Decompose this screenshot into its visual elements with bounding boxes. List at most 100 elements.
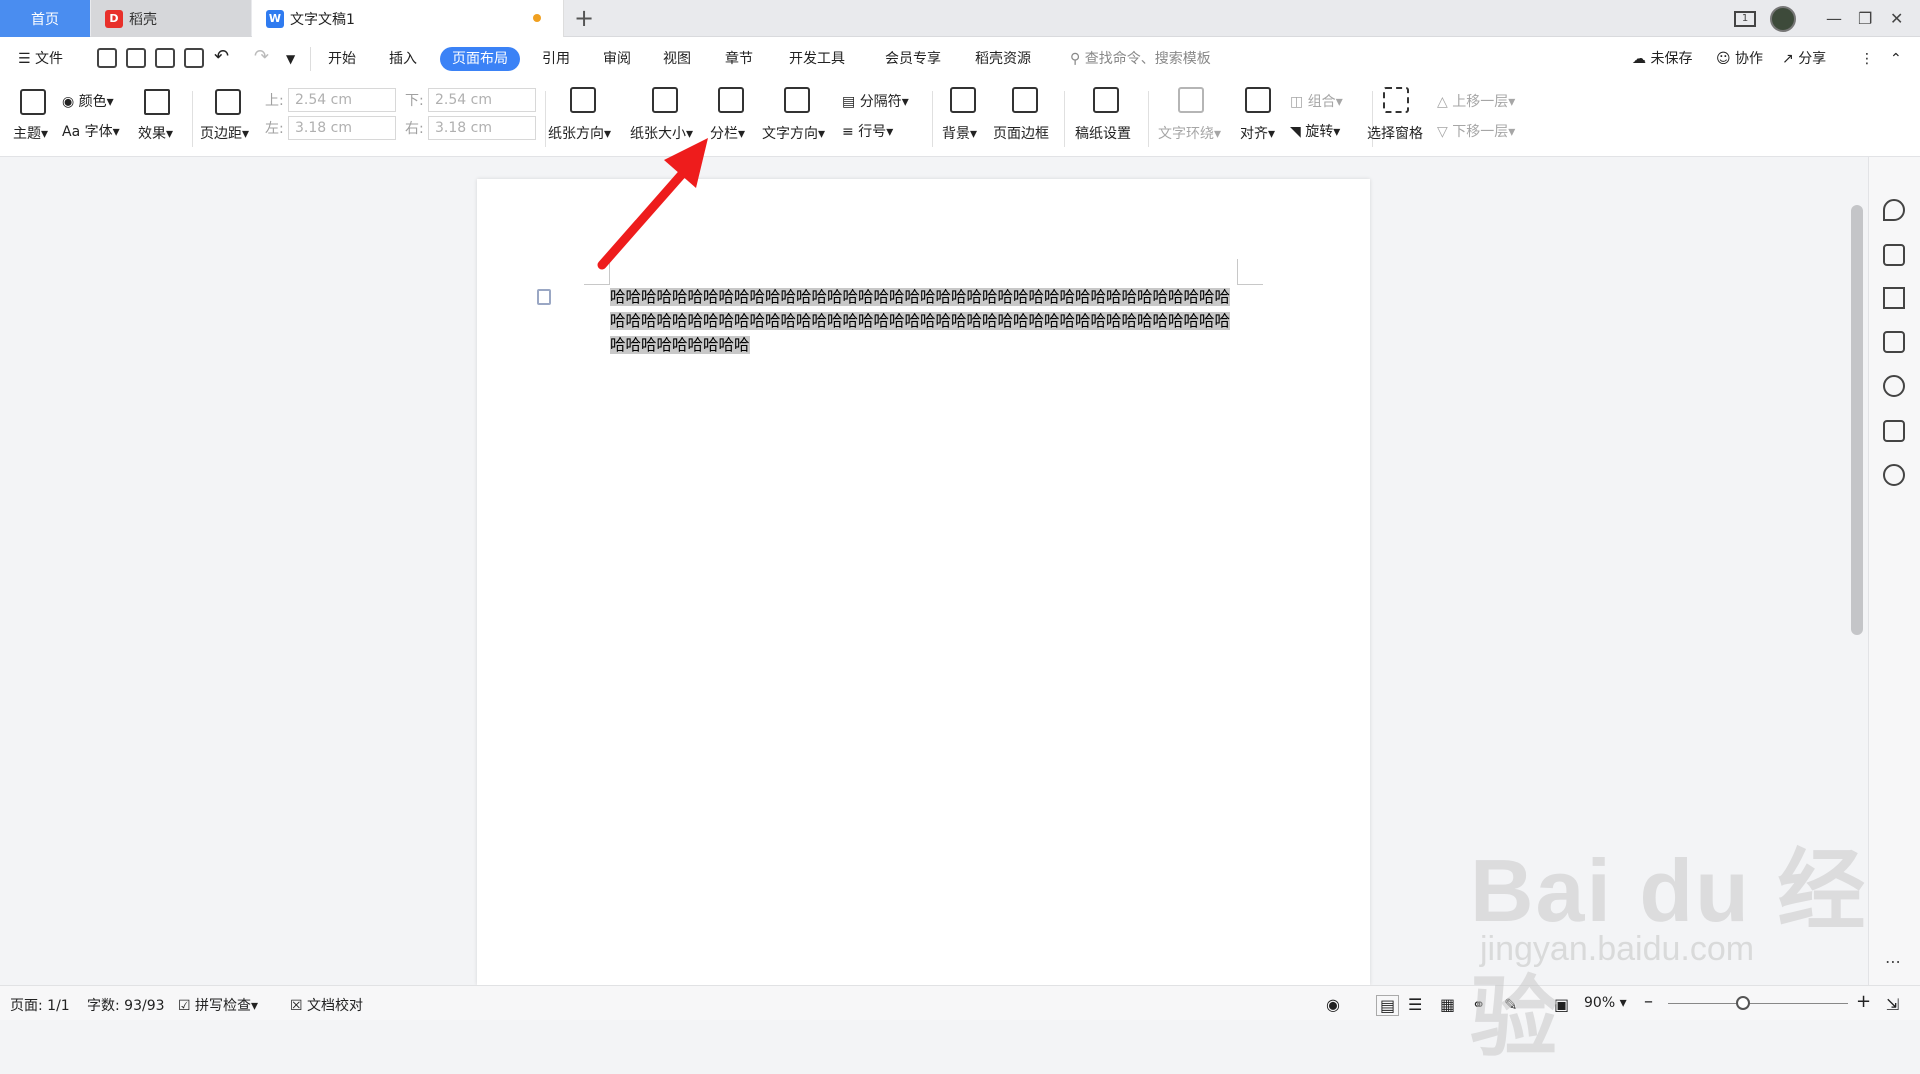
page-indicator[interactable]: 页面: 1/1 (10, 995, 70, 1015)
separator-button[interactable]: ▤ 分隔符▾ (842, 91, 909, 111)
document-text[interactable]: 哈哈哈哈哈哈哈哈哈哈哈哈哈哈哈哈哈哈哈哈哈哈哈哈哈哈哈哈哈哈哈哈哈哈哈哈哈哈哈哈… (610, 285, 1236, 357)
close-icon[interactable]: ✕ (1890, 0, 1903, 37)
lightning-icon[interactable] (1883, 464, 1905, 486)
left-margin-input[interactable]: 3.18 cm (288, 116, 396, 140)
eye-protect-icon[interactable]: ◉ (1326, 995, 1340, 1014)
font-button[interactable]: Aa 字体▾ (62, 121, 120, 141)
writer-icon: W (266, 9, 284, 28)
avatar[interactable] (1770, 0, 1796, 37)
export-pdf-icon[interactable] (126, 48, 146, 68)
collab-label: 协作 (1735, 51, 1764, 67)
margin-button[interactable]: 页边距▾ (200, 123, 249, 143)
selection-pane-icon[interactable] (1383, 87, 1409, 113)
scrollbar-thumb[interactable] (1851, 205, 1863, 635)
tab-document-label: 文字文稿1 (290, 11, 355, 28)
tab-insert[interactable]: 插入 (389, 47, 417, 71)
help-icon[interactable] (1883, 375, 1905, 397)
tab-member[interactable]: 会员专享 (885, 47, 941, 71)
ribbon-separator (192, 91, 193, 147)
tab-daoke[interactable]: D 稻壳 (91, 0, 251, 37)
align-icon[interactable] (1245, 87, 1271, 113)
paragraph-layout-icon[interactable] (537, 289, 551, 305)
backup-icon[interactable] (1883, 420, 1905, 442)
tab-daoke-label: 稻壳 (129, 11, 157, 28)
tab-document[interactable]: W 文字文稿1 (252, 0, 564, 37)
ribbon-separator (932, 91, 933, 147)
align-button[interactable]: 对齐▾ (1240, 123, 1275, 143)
file-menu[interactable]: ☰ 文件 (18, 47, 63, 71)
tab-start[interactable]: 开始 (328, 47, 356, 71)
share-button[interactable]: ↗ 分享 (1782, 47, 1826, 71)
quick-access-dropdown-icon[interactable]: ▼ (286, 47, 295, 71)
orientation-button[interactable]: 纸张方向▾ (548, 123, 611, 143)
print-icon[interactable] (155, 48, 175, 68)
right-margin-input[interactable]: 3.18 cm (428, 116, 536, 140)
orientation-icon[interactable] (570, 87, 596, 113)
text-direction-icon[interactable] (784, 87, 810, 113)
share-label: 分享 (1798, 51, 1827, 67)
color-button[interactable]: ◉ 颜色▾ (62, 91, 114, 111)
cursor-icon[interactable] (1883, 287, 1905, 309)
rocket-icon[interactable] (1883, 199, 1905, 221)
spell-check-button[interactable]: ☑ 拼写检查▾ (178, 995, 258, 1015)
theme-button[interactable]: 主题▾ (13, 123, 48, 143)
file-menu-label: 文件 (35, 51, 64, 67)
font-label: 字体 (84, 124, 113, 140)
command-search-placeholder: 查找命令、搜索模板 (1084, 51, 1211, 67)
columns-button[interactable]: 分栏▾ (710, 123, 745, 143)
unsaved-button[interactable]: ☁ 未保存 (1632, 47, 1692, 71)
settings-sliders-icon[interactable] (1883, 331, 1905, 353)
restore-icon[interactable]: ❐ (1858, 0, 1872, 37)
manuscript-icon[interactable] (1093, 87, 1119, 113)
bottom-margin-input[interactable]: 2.54 cm (428, 88, 536, 112)
theme-label: 主题 (13, 126, 41, 142)
group-button: ◫ 组合▾ (1290, 94, 1343, 110)
tab-dev-tools[interactable]: 开发工具 (789, 47, 845, 71)
tab-home[interactable]: 首页 (0, 0, 90, 37)
collapse-ribbon-icon[interactable]: ⌃ (1890, 47, 1902, 71)
background-button[interactable]: 背景▾ (942, 123, 977, 143)
reading-view-icon[interactable]: ▦ (1440, 995, 1455, 1014)
tab-review[interactable]: 审阅 (603, 47, 631, 71)
theme-icon[interactable] (20, 89, 46, 115)
paper-size-icon[interactable] (652, 87, 678, 113)
rotate-button[interactable]: ◥ 旋转▾ (1290, 121, 1340, 141)
page-count-icon[interactable]: 1 (1734, 0, 1756, 37)
tab-view[interactable]: 视图 (663, 47, 691, 71)
tab-references[interactable]: 引用 (542, 47, 570, 71)
tab-daoke-resources[interactable]: 稻壳资源 (975, 47, 1031, 71)
print-preview-icon[interactable] (184, 48, 204, 68)
tab-page-layout[interactable]: 页面布局 (440, 47, 520, 71)
proofread-button[interactable]: ☒ 文档校对 (290, 995, 363, 1015)
page-border-icon[interactable] (1012, 87, 1038, 113)
separator-label: 分隔符 (859, 94, 902, 110)
columns-icon[interactable] (718, 87, 744, 113)
margin-icon[interactable] (215, 89, 241, 115)
outline-view-icon[interactable]: ☰ (1408, 995, 1422, 1014)
manuscript-button[interactable]: 稿纸设置 (1075, 123, 1131, 143)
margin-label: 页边距 (200, 126, 242, 142)
redo-icon[interactable]: ↷ (254, 45, 269, 69)
effect-icon[interactable] (144, 89, 170, 115)
pen-icon[interactable] (1883, 244, 1905, 266)
undo-icon[interactable]: ↶ (214, 45, 229, 69)
minimize-icon[interactable]: — (1826, 0, 1842, 37)
background-icon[interactable] (950, 87, 976, 113)
text-direction-button[interactable]: 文字方向▾ (762, 123, 825, 143)
effect-button[interactable]: 效果▾ (138, 123, 173, 143)
new-tab-button[interactable]: + (574, 4, 594, 32)
document-page[interactable]: 哈哈哈哈哈哈哈哈哈哈哈哈哈哈哈哈哈哈哈哈哈哈哈哈哈哈哈哈哈哈哈哈哈哈哈哈哈哈哈哈… (477, 179, 1370, 985)
tab-chapter[interactable]: 章节 (725, 47, 753, 71)
more-menu-icon[interactable]: ⋮ (1860, 47, 1874, 71)
page-border-button[interactable]: 页面边框 (993, 123, 1049, 143)
manuscript-label: 稿纸设置 (1075, 126, 1131, 142)
save-icon[interactable] (97, 48, 117, 68)
collab-button[interactable]: ☺ 协作 (1716, 47, 1763, 71)
page-view-icon[interactable]: ▤ (1376, 995, 1400, 1016)
word-count[interactable]: 字数: 93/93 (87, 995, 165, 1015)
command-search[interactable]: ⚲ 查找命令、搜索模板 (1070, 47, 1211, 71)
line-number-button[interactable]: ≡ 行号▾ (842, 121, 893, 141)
paper-size-button[interactable]: 纸张大小▾ (630, 123, 693, 143)
selection-pane-button[interactable]: 选择窗格 (1367, 123, 1423, 143)
top-margin-input[interactable]: 2.54 cm (288, 88, 396, 112)
